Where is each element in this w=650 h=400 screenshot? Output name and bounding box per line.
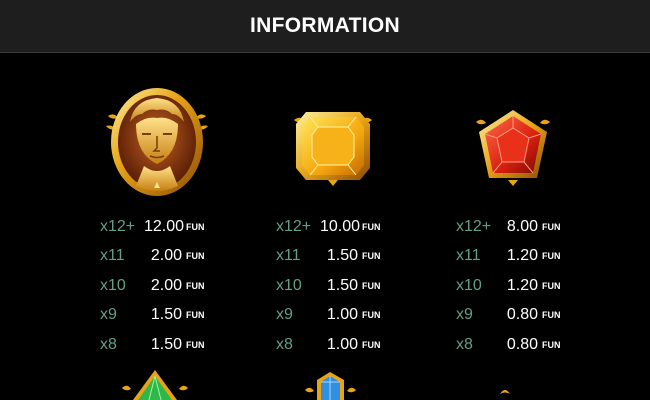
payout-amount: 1.00 [326, 335, 358, 353]
currency-label: FUN [186, 221, 205, 232]
red-gem-icon [468, 82, 558, 200]
blue-gem-icon [303, 368, 358, 400]
currency-label: FUN [362, 251, 381, 262]
payout-amount: 1.50 [326, 276, 358, 294]
multiplier-label: x10 [456, 276, 482, 294]
green-gem-icon [120, 368, 190, 400]
currency-label: FUN [542, 251, 561, 262]
multiplier-label: x8 [276, 335, 293, 353]
pay-table-yellow-gem: x12+ 10.00 FUN x11 1.50 FUN x10 1.50 FUN… [276, 212, 396, 360]
pay-row: x10 2.00 FUN [100, 271, 220, 301]
multiplier-label: x11 [456, 247, 481, 265]
currency-label: FUN [186, 310, 205, 321]
payout-amount: 1.50 [150, 335, 182, 353]
info-page: INFORMATION x12+ 12.00 FUN x11 2.00 FUN … [0, 0, 650, 400]
payout-amount: 2.00 [150, 276, 182, 294]
pay-row: x11 2.00 FUN [100, 242, 220, 272]
pay-row: x8 1.00 FUN [276, 330, 396, 360]
pay-row: x10 1.20 FUN [456, 271, 576, 301]
multiplier-label: x11 [100, 247, 125, 265]
gold-ornament-icon [490, 368, 520, 400]
payout-amount: 1.20 [506, 276, 538, 294]
page-title: INFORMATION [250, 14, 400, 37]
payout-amount: 2.00 [150, 247, 182, 265]
currency-label: FUN [186, 280, 205, 291]
pay-row: x10 1.50 FUN [276, 271, 396, 301]
currency-label: FUN [186, 339, 205, 350]
multiplier-label: x12+ [100, 217, 136, 235]
multiplier-label: x11 [276, 247, 301, 265]
pay-table-bust: x12+ 12.00 FUN x11 2.00 FUN x10 2.00 FUN… [100, 212, 220, 360]
info-header: INFORMATION [0, 0, 650, 53]
pay-table-red-gem: x12+ 8.00 FUN x11 1.20 FUN x10 1.20 FUN … [456, 212, 576, 360]
payout-amount: 12.00 [144, 217, 185, 235]
multiplier-label: x9 [276, 306, 293, 324]
multiplier-label: x10 [276, 276, 302, 294]
payout-amount: 0.80 [506, 306, 538, 324]
golden-bust-medallion-icon [102, 82, 212, 200]
multiplier-label: x12+ [456, 217, 492, 235]
pay-row: x9 1.50 FUN [100, 301, 220, 331]
multiplier-label: x9 [456, 306, 473, 324]
currency-label: FUN [542, 280, 561, 291]
pay-row: x9 1.00 FUN [276, 301, 396, 331]
multiplier-label: x12+ [276, 217, 312, 235]
pay-row: x8 0.80 FUN [456, 330, 576, 360]
payout-amount: 1.50 [326, 247, 358, 265]
currency-label: FUN [362, 339, 381, 350]
multiplier-label: x9 [100, 306, 117, 324]
currency-label: FUN [542, 310, 561, 321]
currency-label: FUN [362, 221, 381, 232]
currency-label: FUN [542, 339, 561, 350]
multiplier-label: x10 [100, 276, 126, 294]
pay-row: x12+ 8.00 FUN [456, 212, 576, 242]
pay-row: x12+ 12.00 FUN [100, 212, 220, 242]
yellow-gem-icon [288, 82, 378, 200]
payout-amount: 1.50 [150, 306, 182, 324]
currency-label: FUN [362, 280, 381, 291]
pay-row: x11 1.20 FUN [456, 242, 576, 272]
pay-row: x9 0.80 FUN [456, 301, 576, 331]
payout-amount: 0.80 [506, 335, 538, 353]
currency-label: FUN [362, 310, 381, 321]
multiplier-label: x8 [456, 335, 473, 353]
pay-row: x8 1.50 FUN [100, 330, 220, 360]
pay-row: x12+ 10.00 FUN [276, 212, 396, 242]
currency-label: FUN [542, 221, 561, 232]
currency-label: FUN [186, 251, 205, 262]
pay-row: x11 1.50 FUN [276, 242, 396, 272]
multiplier-label: x8 [100, 335, 117, 353]
payout-amount: 10.00 [320, 217, 361, 235]
payout-amount: 1.00 [326, 306, 358, 324]
payout-amount: 1.20 [506, 247, 538, 265]
payout-amount: 8.00 [506, 217, 538, 235]
